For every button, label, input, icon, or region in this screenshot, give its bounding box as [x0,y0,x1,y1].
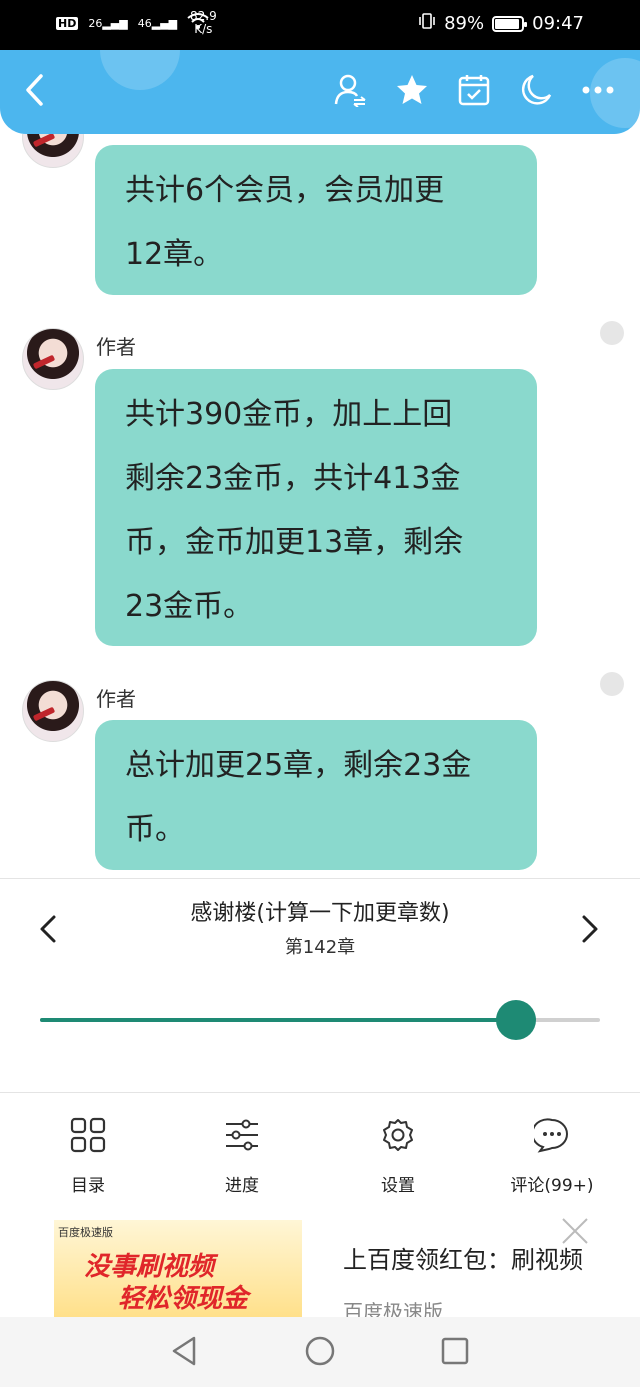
speed-unit: K/s [194,22,213,36]
reader-header [0,50,640,134]
toolbar-label: 进度 [225,1176,259,1196]
gear-icon [338,1113,458,1157]
chapter-number: 第142章 [284,937,356,958]
back-nav-icon[interactable] [170,1335,198,1367]
ad-banner[interactable]: 百度极速版 没事刷视频 轻松领现金 上百度领红包：刷视频 百度极速版 [0,1212,640,1317]
author-name: 作者 [96,335,136,359]
toolbar-label: 目录 [71,1176,105,1196]
message-bubble[interactable]: 总计加更25章，剩余23金 币。 [95,720,537,870]
chapter-navigation: 感谢楼(计算一下加更章数) 第142章 [0,878,640,1093]
signal-2-icon: 46▂▄▆ [137,16,178,30]
message-bubble[interactable]: 共计390金币，加上上回 剩余23金币，共计413金 币，金币加更13章，剩余 … [95,369,537,646]
network-speed: 82.9 K/s [190,10,217,36]
toolbar-label: 设置 [381,1176,415,1196]
vibrate-icon [418,12,436,35]
chat-area[interactable]: 共计6个会员，会员加更 12章。 作者 共计390金币，加上上回 剩余23金币，… [0,134,640,878]
toolbar-item-comments[interactable]: 评论(99+) [492,1113,612,1196]
next-chapter-icon[interactable] [578,909,608,949]
comment-icon [492,1113,612,1157]
status-left: HD 26▂▄▆ 46▂▄▆ [56,12,209,34]
avatar-detail [32,706,56,722]
status-right: 89% 09:47 [418,12,584,35]
toolbar-item-catalog[interactable]: 目录 [28,1113,148,1196]
ad-image-brand: 百度极速版 [58,1226,113,1239]
ad-image-line2: 轻松领现金 [118,1284,249,1314]
message-dot-indicator[interactable] [600,672,624,696]
message-bubble[interactable]: 共计6个会员，会员加更 12章。 [95,145,537,295]
battery-percent: 89% [444,13,485,34]
back-icon[interactable] [12,68,56,112]
avatar-detail [32,354,56,370]
author-avatar[interactable] [22,134,84,168]
calendar-check-icon[interactable] [452,68,496,112]
slider-fill [40,1018,516,1022]
home-nav-icon[interactable] [305,1335,335,1367]
network-label-2: 46 [137,16,152,30]
ad-title[interactable]: 上百度领红包：刷视频 [343,1240,583,1275]
star-icon[interactable] [390,68,434,112]
ad-source: 百度极速版 [343,1300,443,1317]
signal-1-icon: 26▂▄▆ [88,16,128,30]
network-label-1: 26 [88,16,103,30]
moon-icon[interactable] [514,68,558,112]
slider-thumb[interactable] [496,1000,536,1040]
close-icon[interactable] [560,1216,590,1246]
system-navigation-bar [0,1317,640,1387]
ad-image[interactable]: 百度极速版 没事刷视频 轻松领现金 [54,1220,302,1317]
author-avatar[interactable] [22,680,84,742]
clock: 09:47 [532,13,584,34]
battery-icon [492,15,528,32]
user-switch-icon[interactable] [328,68,372,112]
sliders-icon [182,1113,302,1157]
author-name: 作者 [96,687,136,711]
message-dot-indicator[interactable] [600,321,624,345]
more-icon[interactable] [576,68,620,112]
chapter-title: 感谢楼(计算一下加更章数) [190,901,450,926]
author-avatar[interactable] [22,328,84,390]
toolbar-label: 评论(99+) [510,1176,594,1196]
reader-toolbar: 目录 进度 设置 评论(99+) [0,1092,640,1213]
status-bar: HD 26▂▄▆ 46▂▄▆ 82.9 K/s 89% 09:47 [0,0,640,50]
toolbar-item-settings[interactable]: 设置 [338,1113,458,1196]
chapter-progress-slider[interactable] [40,1000,600,1040]
grid-icon [28,1113,148,1157]
avatar-detail [32,134,56,148]
toolbar-item-progress[interactable]: 进度 [182,1113,302,1196]
hd-indicator: HD [56,16,79,30]
header-decoration [100,50,180,90]
recents-nav-icon[interactable] [441,1335,469,1367]
